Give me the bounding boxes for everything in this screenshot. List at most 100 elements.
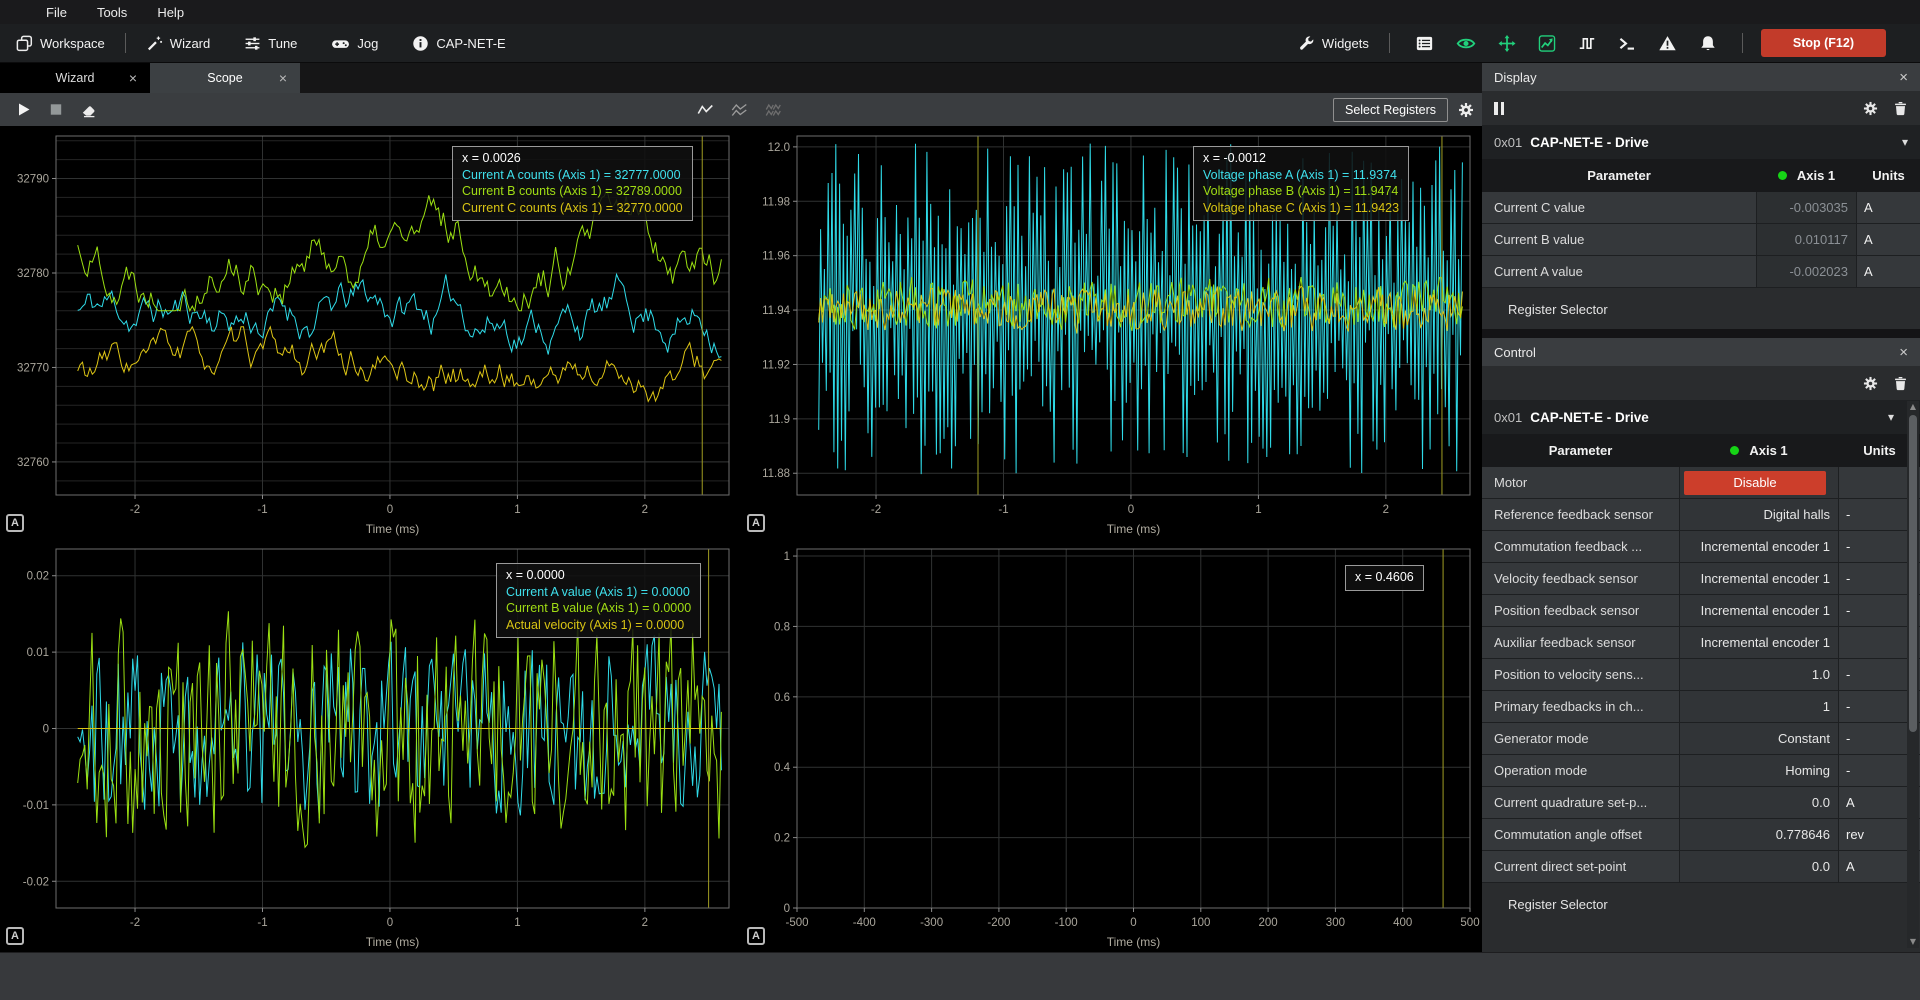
widgets-button[interactable]: Widgets [1292,31,1375,56]
column-header-axis: Axis 1 [1679,443,1839,458]
drive-info-button[interactable]: CAP-NET-E [406,31,511,56]
plot-empty[interactable]: 10.80.60.40.20-500-400-300-200-100010020… [741,539,1482,952]
column-header-units: Units [1857,168,1920,183]
application-window: File Tools Help Workspace Wizard [0,0,1920,1000]
parameter-unit: A [1857,256,1920,287]
select-registers-button[interactable]: Select Registers [1333,98,1448,122]
chevron-down-icon: ▾ [1902,135,1908,149]
signal-button[interactable] [1567,31,1607,56]
scrollbar-thumb[interactable] [1909,415,1917,732]
menu-tools[interactable]: Tools [97,5,127,20]
control-scrollbar[interactable]: ▲ ▼ [1907,401,1919,948]
tune-sliders-icon [244,35,261,52]
wizard-button[interactable]: Wizard [140,31,216,56]
workspace-icon [16,35,33,52]
tab-wizard[interactable]: Wizard × [0,63,150,93]
alerts-button[interactable] [1647,31,1688,56]
svg-text:-0.01: -0.01 [23,800,49,812]
menu-help[interactable]: Help [157,5,184,20]
svg-text:-2: -2 [130,917,140,929]
layout-dual-wave-icon[interactable] [730,102,748,118]
parameter-value[interactable]: Homing [1679,755,1839,786]
parameter-value[interactable]: 0.0 [1679,851,1839,882]
parameter-value[interactable]: 0.778646 [1679,819,1839,850]
parameter-value[interactable]: Disable [1679,467,1839,498]
registers-list-button[interactable] [1404,31,1445,56]
motor-disable-button[interactable]: Disable [1684,471,1826,495]
tab-scope[interactable]: Scope × [150,63,300,93]
display-register-selector-link[interactable]: Register Selector [1482,288,1920,329]
display-panel: Display × 0x01 CAP-NET-E - Drive ▾ Param… [1482,63,1920,329]
layout-quad-wave-icon[interactable] [764,102,782,118]
autoscale-button[interactable]: A [6,927,24,945]
display-settings-gear-icon[interactable] [1863,101,1878,116]
workspace-button[interactable]: Workspace [10,31,111,56]
scroll-down-icon[interactable]: ▼ [1910,936,1916,948]
tab-scope-close-icon[interactable]: × [279,70,287,86]
display-panel-toolbar [1482,91,1920,125]
tune-button[interactable]: Tune [238,31,303,56]
parameter-value[interactable]: Digital halls [1679,499,1839,530]
scope-settings-gear-icon[interactable] [1458,102,1474,118]
layout-single-wave-icon[interactable] [696,102,714,118]
table-row: Operation modeHoming- [1482,755,1920,787]
jog-label: Jog [357,36,378,51]
table-row: MotorDisable [1482,467,1920,499]
parameter-value[interactable]: 1.0 [1679,659,1839,690]
console-button[interactable] [1607,31,1647,56]
table-row: Current C value-0.003035A [1482,192,1920,224]
parameter-value[interactable]: Incremental encoder 1 [1679,627,1839,658]
svg-text:200: 200 [1259,917,1278,929]
toolbar-separator [125,33,126,53]
autoscale-button[interactable]: A [747,927,765,945]
device-name: CAP-NET-E - Drive [1530,135,1649,150]
parameter-value[interactable]: Incremental encoder 1 [1679,531,1839,562]
scope-toolbar: Select Registers [0,93,1482,126]
axis-status-dot [1730,446,1739,455]
scope-stop-button[interactable] [40,99,72,120]
parameter-value[interactable]: 0.0 [1679,787,1839,818]
monitor-eye-button[interactable] [1445,31,1487,56]
jog-button[interactable]: Jog [325,31,384,56]
table-row: Commutation feedback ...Incremental enco… [1482,531,1920,563]
svg-text:2: 2 [642,504,648,516]
scope-play-button[interactable] [8,99,40,120]
control-register-selector-link[interactable]: Register Selector [1482,883,1920,924]
parameter-value[interactable]: Incremental encoder 1 [1679,563,1839,594]
parameter-value[interactable]: 1 [1679,691,1839,722]
display-device-selector[interactable]: 0x01 CAP-NET-E - Drive ▾ [1482,125,1920,159]
chevron-down-icon: ▾ [1888,410,1894,424]
pause-icon[interactable] [1494,102,1504,115]
tab-wizard-close-icon[interactable]: × [129,70,137,86]
device-address: 0x01 [1494,135,1522,150]
control-close-icon[interactable]: × [1899,344,1908,361]
scope-button[interactable] [1527,31,1567,56]
table-row: Position feedback sensorIncremental enco… [1482,595,1920,627]
svg-text:-1: -1 [257,917,267,929]
autoscale-button[interactable]: A [6,514,24,532]
stop-button[interactable]: Stop (F12) [1761,29,1886,57]
control-device-selector[interactable]: 0x01 CAP-NET-E - Drive ▾ [1482,400,1920,434]
control-delete-trash-icon[interactable] [1893,376,1908,391]
scope-clear-button[interactable] [72,99,106,121]
svg-text:1: 1 [514,504,520,516]
parameter-value[interactable]: Constant [1679,723,1839,754]
motion-move-button[interactable] [1487,31,1527,56]
autoscale-button[interactable]: A [747,514,765,532]
tooltip-line: Current A counts (Axis 1) = 32777.0000 [462,167,683,184]
parameter-value[interactable]: -0.003035 [1756,192,1857,223]
status-bar [0,952,1920,1000]
parameter-value[interactable]: -0.002023 [1756,256,1857,287]
parameter-value[interactable]: 0.010117 [1756,224,1857,255]
menu-file[interactable]: File [46,5,67,20]
svg-text:-2: -2 [130,504,140,516]
notifications-button[interactable] [1688,31,1728,56]
parameter-unit: A [1857,192,1920,223]
display-delete-trash-icon[interactable] [1893,101,1908,116]
control-settings-gear-icon[interactable] [1863,376,1878,391]
display-close-icon[interactable]: × [1899,69,1908,86]
scroll-up-icon[interactable]: ▲ [1910,401,1916,413]
x-axis-label: Time (ms) [1107,522,1161,536]
info-icon [412,35,429,52]
parameter-value[interactable]: Incremental encoder 1 [1679,595,1839,626]
